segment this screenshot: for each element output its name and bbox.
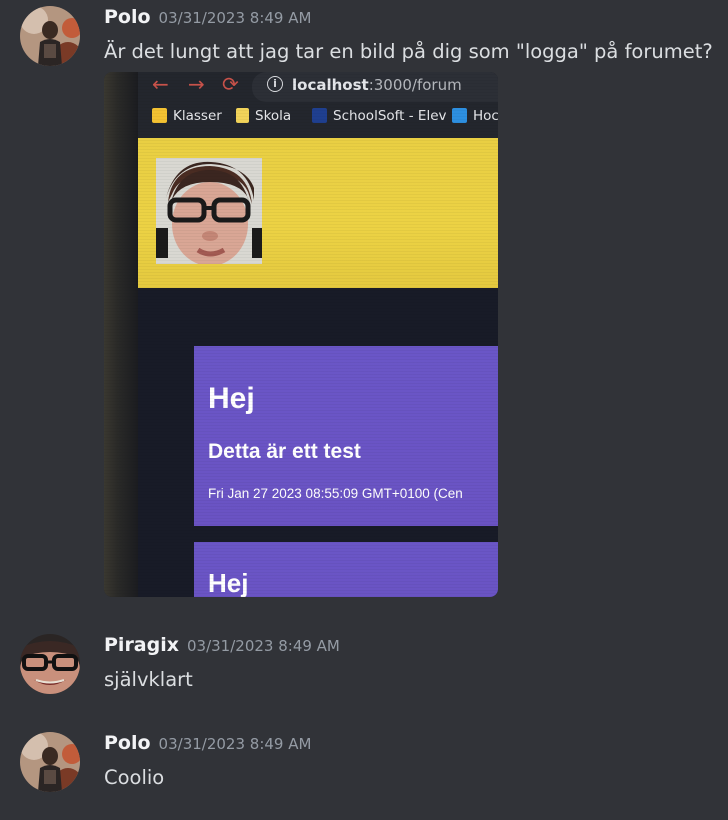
post-date: Fri Jan 27 2023 08:55:09 GMT+0100 (Cen — [208, 486, 463, 501]
back-arrow-icon: ← — [152, 72, 169, 96]
image-attachment[interactable]: ← → ⟳ i localhost:3000/forum Klasser Sko… — [104, 72, 498, 597]
avatar-polo[interactable] — [20, 732, 80, 792]
bookmark-hoc: Hoc — [452, 108, 498, 124]
url-path: :3000/forum — [368, 76, 462, 94]
message-author[interactable]: Polo — [104, 732, 151, 754]
forum-post-card: Hej Detta är ett test Fri Jan 27 2023 08… — [194, 346, 498, 526]
message-text: Är det lungt att jag tar en bild på dig … — [104, 40, 713, 63]
bookmarks-bar: Klasser Skola SchoolSoft - Elev Hoc — [138, 102, 498, 138]
bookmark-skola: Skola — [236, 108, 291, 124]
info-icon: i — [267, 76, 283, 92]
message-timestamp: 03/31/2023 8:49 AM — [187, 637, 340, 655]
message-author[interactable]: Piragix — [104, 634, 179, 656]
monitor-photo: ← → ⟳ i localhost:3000/forum Klasser Sko… — [104, 72, 498, 597]
cart-icon — [452, 108, 467, 123]
url-text: localhost:3000/forum — [292, 76, 462, 94]
message-timestamp: 03/31/2023 8:49 AM — [158, 9, 312, 27]
bookmark-label: Skola — [255, 108, 292, 124]
message-author[interactable]: Polo — [104, 6, 151, 28]
classroom-icon — [152, 108, 167, 123]
forward-arrow-icon: → — [188, 72, 205, 96]
chat-messages: Polo 03/31/2023 8:49 AM Är det lungt att … — [0, 0, 728, 820]
forum-body: Hej Detta är ett test Fri Jan 27 2023 08… — [138, 288, 498, 597]
avatar-polo[interactable] — [20, 6, 80, 66]
monitor-bezel — [104, 72, 138, 597]
bookmark-label: Hoc — [473, 108, 498, 124]
post-subtitle: Detta är ett test — [208, 440, 361, 463]
schoolsoft-icon — [312, 108, 327, 123]
forum-logo-photo — [156, 158, 262, 264]
post-title: Hej — [208, 568, 249, 597]
bookmark-klasser: Klasser — [152, 108, 222, 124]
message-timestamp: 03/31/2023 8:49 AM — [158, 735, 312, 753]
url-host: localhost — [292, 76, 369, 94]
message-text: självklart — [104, 668, 193, 691]
folder-icon — [236, 108, 249, 123]
bookmark-schoolsoft: SchoolSoft - Elev — [312, 108, 446, 124]
message-text: Coolio — [104, 766, 165, 789]
forum-header — [138, 138, 498, 288]
forum-post-card: Hej — [194, 542, 498, 597]
post-title: Hej — [208, 382, 255, 415]
bookmark-label: SchoolSoft - Elev — [333, 108, 447, 124]
reload-icon: ⟳ — [222, 72, 239, 96]
avatar-piragix[interactable] — [20, 634, 80, 694]
bookmark-label: Klasser — [173, 108, 222, 124]
